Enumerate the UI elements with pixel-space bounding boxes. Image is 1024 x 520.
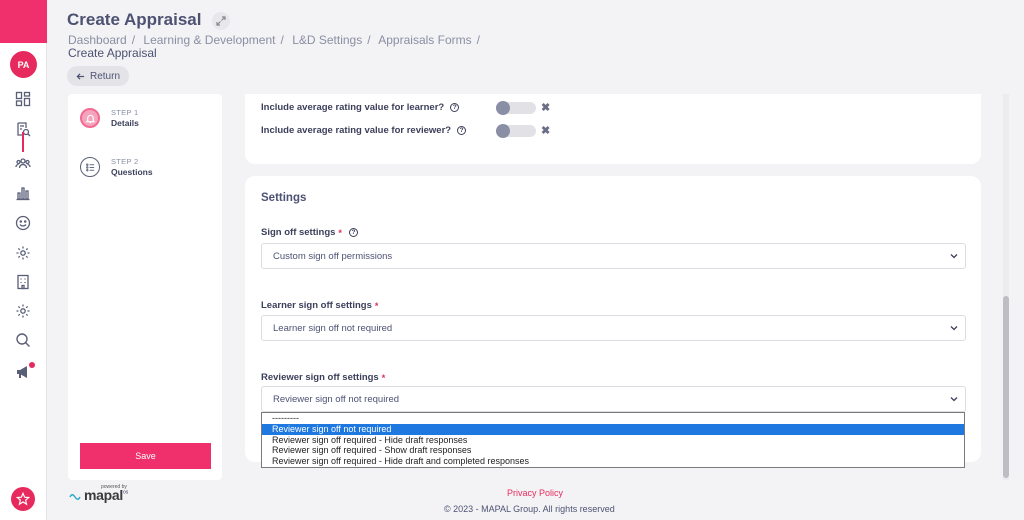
- help-icon[interactable]: ?: [457, 126, 467, 135]
- chart-icon[interactable]: [14, 184, 32, 202]
- help-icon[interactable]: ?: [348, 228, 358, 237]
- help-icon[interactable]: ?: [450, 103, 460, 112]
- privacy-policy-link[interactable]: Privacy Policy: [507, 488, 563, 498]
- step-connector: [22, 132, 24, 152]
- sign-off-label: Sign off settings * ?: [261, 227, 358, 238]
- chevron-down-icon: [950, 254, 958, 259]
- breadcrumb: Dashboard / Learning & Development / L&D S…: [68, 34, 568, 60]
- page-title: Create Appraisal: [67, 10, 202, 29]
- dropdown-option[interactable]: Reviewer sign off required - Hide draft …: [262, 435, 964, 446]
- settings-alt-icon[interactable]: [14, 302, 32, 320]
- step-details[interactable]: STEP 1 Details: [80, 108, 139, 128]
- settings-heading: Settings: [261, 192, 307, 204]
- rating-options-card: Include average rating value for learner…: [245, 94, 981, 164]
- search-icon[interactable]: [14, 331, 32, 349]
- learner-sign-off-value: Learner sign off not required: [273, 322, 393, 334]
- step-2-name: Questions: [111, 167, 153, 177]
- steps-panel: STEP 1 Details STEP 2 Questions Save: [68, 94, 222, 480]
- learner-sign-off-label-text: Learner sign off settings: [261, 300, 372, 311]
- return-label: Return: [89, 70, 120, 82]
- avatar[interactable]: PA: [10, 51, 37, 78]
- breadcrumb-ld-settings[interactable]: L&D Settings: [292, 33, 362, 47]
- learner-rating-toggle[interactable]: [496, 101, 536, 115]
- breadcrumb-appraisals-forms[interactable]: Appraisals Forms: [378, 33, 471, 47]
- star-icon[interactable]: [11, 487, 35, 511]
- step-2-label: STEP 2: [111, 157, 139, 166]
- powered-by-logo: powered by mapalos: [69, 484, 129, 505]
- step-1-name: Details: [111, 118, 139, 128]
- step-questions[interactable]: STEP 2 Questions: [80, 157, 153, 177]
- reviewer-rating-toggle[interactable]: [496, 124, 536, 138]
- breadcrumb-dashboard[interactable]: Dashboard: [68, 33, 127, 47]
- reviewer-sign-off-dropdown: --------- Reviewer sign off not required…: [261, 412, 965, 468]
- reviewer-rating-label: Include average rating value for reviewe…: [261, 125, 452, 136]
- sign-off-value: Custom sign off permissions: [273, 250, 393, 262]
- arrow-left-icon: [76, 72, 85, 80]
- save-button[interactable]: Save: [80, 443, 211, 469]
- toggle-row-reviewer: Include average rating value for reviewe…: [261, 125, 467, 136]
- list-icon: [80, 157, 100, 177]
- breadcrumb-current: Create Appraisal: [68, 46, 157, 60]
- learner-sign-off-select[interactable]: Learner sign off not required: [261, 315, 966, 341]
- bell-icon: [80, 108, 100, 128]
- chevron-down-icon: [950, 326, 958, 331]
- notification-dot: [29, 362, 35, 368]
- learner-rating-label: Include average rating value for learner…: [261, 102, 445, 113]
- copyright-text: © 2023 - MAPAL Group. All rights reserve…: [444, 504, 615, 514]
- brand-block: [0, 0, 47, 43]
- reviewer-sign-off-select[interactable]: Reviewer sign off not required: [261, 386, 966, 412]
- people-icon[interactable]: [14, 154, 32, 172]
- mapal-mark-icon: [69, 494, 81, 500]
- reviewer-sign-off-label-text: Reviewer sign off settings: [261, 372, 379, 383]
- building-icon[interactable]: [14, 273, 32, 291]
- powered-by-text: powered by: [101, 484, 127, 490]
- reviewer-sign-off-value: Reviewer sign off not required: [273, 393, 400, 405]
- expand-icon[interactable]: [212, 12, 230, 30]
- chevron-down-icon: [950, 397, 958, 402]
- breadcrumb-learning-development[interactable]: Learning & Development: [143, 33, 275, 47]
- sign-off-label-text: Sign off settings: [261, 227, 336, 238]
- step-1-label: STEP 1: [111, 108, 139, 117]
- return-button[interactable]: Return: [67, 66, 129, 86]
- smiley-icon[interactable]: [14, 214, 32, 232]
- sign-off-select[interactable]: Custom sign off permissions: [261, 243, 966, 269]
- mapal-logo-suffix: os: [122, 489, 129, 496]
- close-icon: ✖: [541, 125, 551, 137]
- sidebar: PA: [0, 0, 47, 520]
- dropdown-option[interactable]: Reviewer sign off required - Show draft …: [262, 445, 964, 456]
- dropdown-option[interactable]: ---------: [262, 413, 964, 424]
- toggle-row-learner: Include average rating value for learner…: [261, 102, 460, 113]
- learner-sign-off-label: Learner sign off settings *: [261, 300, 379, 311]
- reviewer-sign-off-label: Reviewer sign off settings *: [261, 372, 386, 383]
- settings-icon[interactable]: [14, 244, 32, 262]
- dropdown-option[interactable]: Reviewer sign off required - Hide draft …: [262, 456, 964, 467]
- dashboard-icon[interactable]: [14, 90, 32, 108]
- close-icon: ✖: [541, 102, 551, 114]
- dropdown-option-selected[interactable]: Reviewer sign off not required: [262, 423, 964, 435]
- scrollbar-thumb[interactable]: [1003, 296, 1009, 478]
